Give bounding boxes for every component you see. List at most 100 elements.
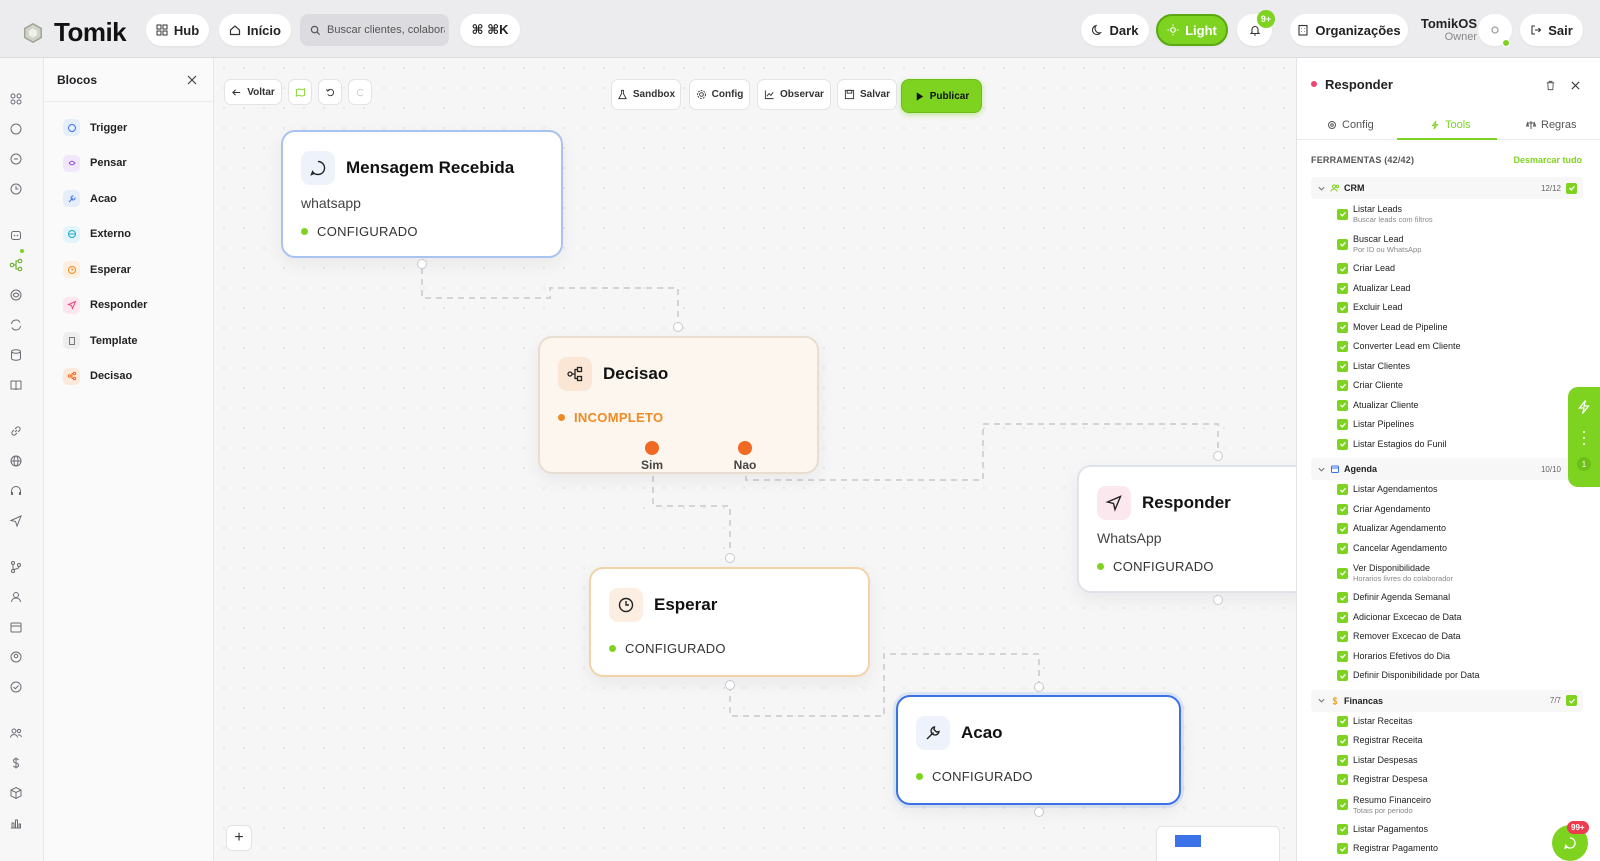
tool-item[interactable]: Listar Despesas (1311, 751, 1583, 771)
tool-item[interactable]: Registrar Pagamento (1311, 839, 1583, 859)
tool-item[interactable]: Excluir Lead (1311, 298, 1583, 318)
minimap[interactable] (1156, 826, 1280, 861)
group-checkbox[interactable] (1566, 182, 1577, 194)
tool-item[interactable]: Resumo Financeiro Totais por periodo (1311, 790, 1583, 820)
tool-checkbox[interactable] (1337, 715, 1348, 727)
node-decisao[interactable]: Decisao INCOMPLETO Sim Nao (538, 336, 819, 474)
rail-send-icon[interactable] (9, 514, 25, 530)
tool-checkbox[interactable] (1337, 592, 1348, 604)
tab-tools[interactable]: Tools (1430, 110, 1471, 140)
close-icon[interactable] (1570, 80, 1581, 91)
tool-checkbox[interactable] (1337, 263, 1348, 275)
logout-button[interactable]: Sair (1520, 14, 1583, 46)
tool-item[interactable]: Registrar Receita (1311, 731, 1583, 751)
node-mensagem-recebida[interactable]: Mensagem Recebida whatsapp CONFIGURADO (281, 130, 563, 258)
block-template[interactable]: Template (44, 323, 213, 359)
tool-checkbox[interactable] (1337, 321, 1348, 333)
workflow-canvas[interactable]: Voltar Sandbox Config Observar Salvar Pu… (214, 58, 1296, 861)
tool-item[interactable]: Atualizar Agendamento (1311, 519, 1583, 539)
tool-item[interactable]: Listar Clientes (1311, 357, 1583, 377)
tool-checkbox[interactable] (1337, 302, 1348, 314)
rail-clock-icon[interactable] (9, 182, 25, 198)
tool-checkbox[interactable] (1337, 341, 1348, 353)
tool-checkbox[interactable] (1337, 238, 1348, 250)
tool-item[interactable]: Atualizar Lead (1311, 279, 1583, 299)
tool-item[interactable]: Mover Lead de Pipeline (1311, 318, 1583, 338)
rail-calendar-icon[interactable] (9, 620, 25, 636)
tool-checkbox[interactable] (1337, 503, 1348, 515)
tab-regras[interactable]: Regras (1526, 110, 1576, 140)
dark-theme-button[interactable]: Dark (1081, 14, 1149, 46)
close-icon[interactable] (185, 73, 199, 87)
output-no-handle[interactable] (738, 441, 752, 455)
rail-user-icon[interactable] (9, 590, 25, 606)
tool-item[interactable]: Listar Pipelines (1311, 415, 1583, 435)
port-out[interactable] (725, 680, 735, 690)
observe-button[interactable]: Observar (757, 79, 831, 110)
port-in[interactable] (1213, 451, 1223, 461)
tool-checkbox[interactable] (1337, 754, 1348, 766)
rail-sync-icon[interactable] (9, 318, 25, 334)
tool-item[interactable]: Criar Lead (1311, 259, 1583, 279)
tool-item[interactable]: Definir Disponibilidade por Data (1311, 666, 1583, 686)
hub-button[interactable]: Hub (146, 14, 209, 46)
tool-item[interactable]: Horarios Efetivos do Dia (1311, 647, 1583, 667)
tool-checkbox[interactable] (1337, 399, 1348, 411)
tool-checkbox[interactable] (1337, 631, 1348, 643)
rail-branch-icon[interactable] (9, 560, 25, 576)
tool-checkbox[interactable] (1337, 419, 1348, 431)
redo-button[interactable] (348, 79, 372, 105)
rail-package-icon[interactable] (9, 786, 25, 802)
app-logo[interactable]: Tomik (22, 17, 127, 48)
tool-checkbox[interactable] (1337, 774, 1348, 786)
map-toggle-button[interactable] (288, 79, 312, 105)
rail-workflows-icon[interactable] (9, 258, 25, 274)
tool-item[interactable]: Registrar Despesa (1311, 770, 1583, 790)
port-in[interactable] (673, 322, 683, 332)
command-palette-button[interactable]: ⌘ ⌘K (460, 14, 520, 46)
tool-checkbox[interactable] (1337, 542, 1348, 554)
save-button[interactable]: Salvar (837, 79, 897, 110)
block-trigger[interactable]: Trigger (44, 110, 213, 146)
tool-item[interactable]: Atualizar Cliente (1311, 396, 1583, 416)
tool-checkbox[interactable] (1337, 611, 1348, 623)
tool-checkbox[interactable] (1337, 380, 1348, 392)
tool-checkbox[interactable] (1337, 208, 1348, 220)
node-acao[interactable]: Acao CONFIGURADO (896, 695, 1181, 805)
tool-group[interactable]: CRM 12/12 (1311, 177, 1583, 199)
user-info[interactable]: TomikOS Owner (1417, 16, 1477, 43)
block-externo[interactable]: Externo (44, 217, 213, 253)
tool-item[interactable]: Cancelar Agendamento (1311, 539, 1583, 559)
tool-checkbox[interactable] (1337, 735, 1348, 747)
tool-checkbox[interactable] (1337, 799, 1348, 810)
block-pensar[interactable]: Pensar (44, 146, 213, 182)
port-out[interactable] (1034, 807, 1044, 817)
chevron-down-icon[interactable] (1317, 696, 1326, 705)
chevron-down-icon[interactable] (1317, 184, 1326, 193)
rail-profile-icon[interactable] (9, 650, 25, 666)
rail-database-icon[interactable] (9, 348, 25, 364)
publish-button[interactable]: Publicar (901, 79, 982, 113)
rail-team-icon[interactable] (9, 726, 25, 742)
chevron-down-icon[interactable] (1317, 465, 1326, 474)
tool-checkbox[interactable] (1337, 438, 1348, 450)
deselect-all-link[interactable]: Desmarcar tudo (1513, 155, 1582, 165)
tool-item[interactable]: Remover Excecao de Data (1311, 627, 1583, 647)
block-responder[interactable]: Responder (44, 288, 213, 324)
tool-item[interactable]: Adicionar Excecao de Data (1311, 608, 1583, 628)
tool-checkbox[interactable] (1337, 823, 1348, 835)
node-esperar[interactable]: Esperar CONFIGURADO (589, 567, 870, 677)
rail-globe-icon[interactable] (9, 454, 25, 470)
rail-apps-icon[interactable] (9, 92, 25, 108)
group-checkbox[interactable] (1566, 695, 1577, 706)
tool-checkbox[interactable] (1337, 567, 1348, 579)
light-theme-button[interactable]: Light (1156, 14, 1228, 46)
block-decisao[interactable]: Decisao (44, 359, 213, 395)
tool-checkbox[interactable] (1337, 360, 1348, 372)
port-in[interactable] (725, 553, 735, 563)
tool-checkbox[interactable] (1337, 282, 1348, 294)
quick-actions-tab[interactable]: 1 (1568, 387, 1600, 487)
sandbox-button[interactable]: Sandbox (611, 79, 681, 110)
rail-messages-icon[interactable] (9, 152, 25, 168)
rail-chart-icon[interactable] (9, 816, 25, 832)
